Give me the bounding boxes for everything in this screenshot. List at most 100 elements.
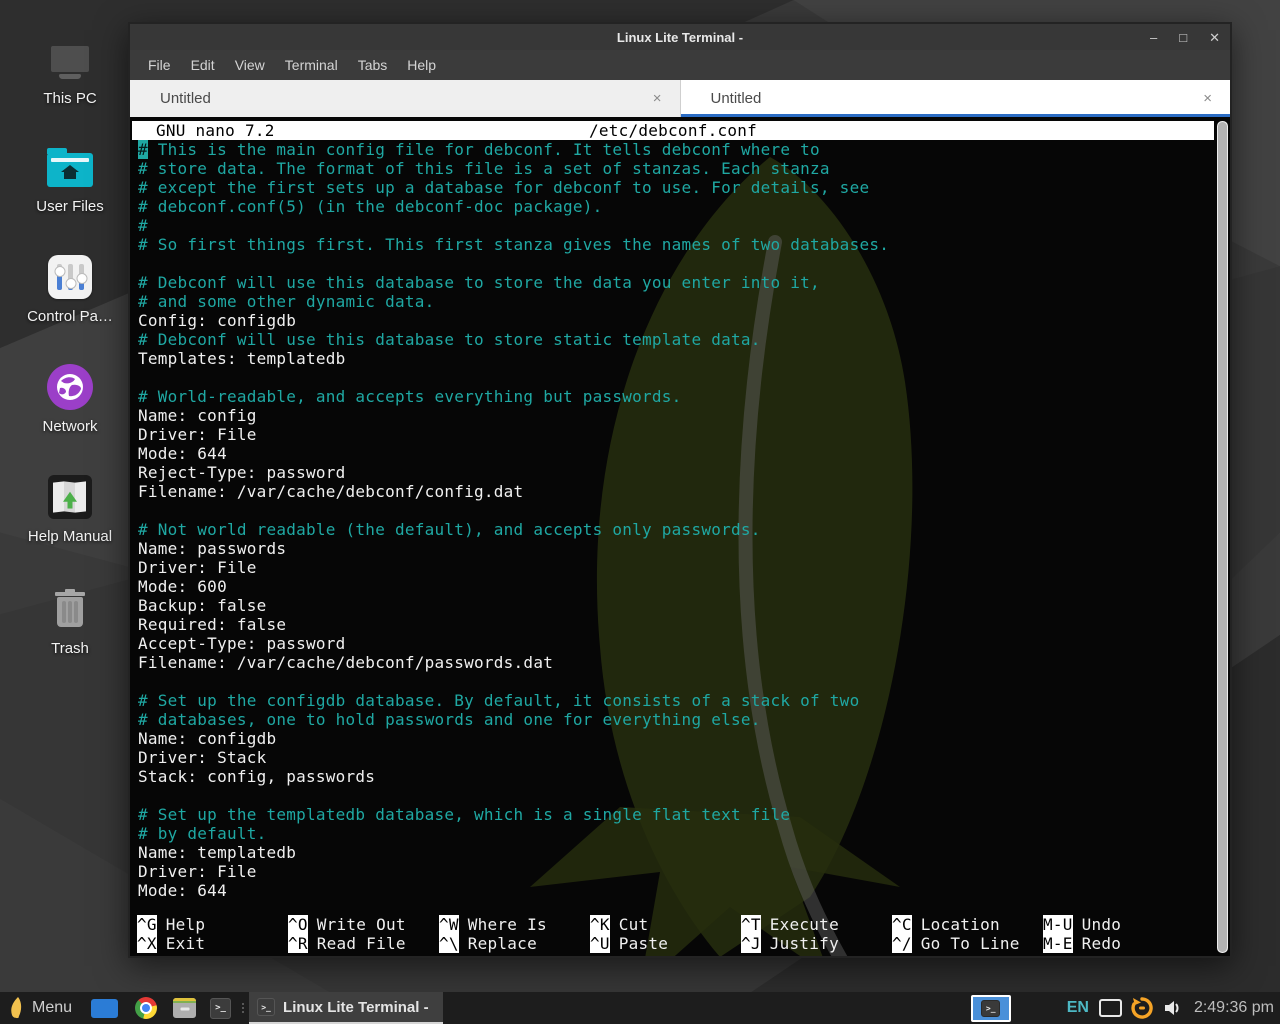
shortcut-exit: ^XExit bbox=[137, 934, 288, 953]
menu-edit[interactable]: Edit bbox=[181, 53, 225, 77]
clock[interactable]: 2:49:36 pm bbox=[1194, 999, 1274, 1017]
terminal-line: Backup: false bbox=[138, 596, 1214, 615]
terminal-line: Templates: templatedb bbox=[138, 349, 1214, 368]
volume-icon[interactable] bbox=[1162, 998, 1182, 1018]
terminal-line: Filename: /var/cache/debconf/config.dat bbox=[138, 482, 1214, 501]
desktop-icon-this-pc[interactable]: This PC bbox=[10, 34, 130, 107]
panel-drag-handle[interactable] bbox=[242, 1003, 244, 1013]
tab-untitled-1[interactable]: Untitled × bbox=[130, 80, 681, 117]
terminal-screen[interactable]: GNU nano 7.2 /etc/debconf.conf # This is… bbox=[130, 117, 1230, 956]
terminal-line: # bbox=[138, 216, 1214, 235]
terminal-line: Name: templatedb bbox=[138, 843, 1214, 862]
terminal-line: Config: configdb bbox=[138, 311, 1214, 330]
tray-terminal-icon[interactable]: >_ bbox=[971, 995, 1011, 1022]
terminal-launcher-icon[interactable]: >_ bbox=[210, 998, 231, 1019]
terminal-line: Required: false bbox=[138, 615, 1214, 634]
desktop-icon-help-manual[interactable]: Help Manual bbox=[10, 472, 130, 545]
terminal-line: # and some other dynamic data. bbox=[138, 292, 1214, 311]
tab-label: Untitled bbox=[160, 90, 653, 107]
update-manager-icon[interactable] bbox=[1130, 996, 1154, 1020]
menu-help[interactable]: Help bbox=[397, 53, 446, 77]
terminal-line bbox=[138, 254, 1214, 273]
computer-icon bbox=[10, 34, 130, 84]
network-globe-icon bbox=[10, 362, 130, 412]
help-manual-icon bbox=[10, 472, 130, 522]
terminal-line: # by default. bbox=[138, 824, 1214, 843]
display-tray-icon[interactable] bbox=[1099, 999, 1122, 1017]
nano-shortcuts: ^GHelp^XExit^OWrite Out^RRead File^WWher… bbox=[137, 915, 1214, 953]
terminal-window-icon: >_ bbox=[257, 998, 275, 1016]
shortcut-replace: ^\Replace bbox=[439, 934, 590, 953]
terminal-line: # Debconf will use this database to stor… bbox=[138, 273, 1214, 292]
shortcut-go-to-line: ^/Go To Line bbox=[892, 934, 1043, 953]
tab-close-icon[interactable]: × bbox=[1203, 90, 1212, 107]
terminal-line: # debconf.conf(5) (in the debconf-doc pa… bbox=[138, 197, 1214, 216]
menu-tabs[interactable]: Tabs bbox=[348, 53, 398, 77]
taskbar-window-label: Linux Lite Terminal - bbox=[283, 999, 429, 1016]
close-button[interactable]: ✕ bbox=[1209, 31, 1220, 44]
nano-file-path: /etc/debconf.conf bbox=[132, 121, 1214, 140]
terminal-line: # except the first sets up a database fo… bbox=[138, 178, 1214, 197]
terminal-line: Driver: Stack bbox=[138, 748, 1214, 767]
terminal-line: Driver: File bbox=[138, 862, 1214, 881]
shortcut-column: ^KCut^UPaste bbox=[590, 915, 741, 953]
shortcut-where-is: ^WWhere Is bbox=[439, 915, 590, 934]
shortcut-column: ^WWhere Is^\Replace bbox=[439, 915, 590, 953]
minimize-button[interactable]: – bbox=[1150, 31, 1157, 44]
terminal-line: Name: passwords bbox=[138, 539, 1214, 558]
shortcut-column: ^TExecute^JJustify bbox=[741, 915, 892, 953]
chrome-icon[interactable] bbox=[135, 997, 157, 1019]
terminal-line: Filename: /var/cache/debconf/passwords.d… bbox=[138, 653, 1214, 672]
shortcut-location: ^CLocation bbox=[892, 915, 1043, 934]
window-titlebar[interactable]: Linux Lite Terminal - – □ ✕ bbox=[130, 24, 1230, 50]
terminal-line bbox=[138, 672, 1214, 691]
terminal-line: Accept-Type: password bbox=[138, 634, 1214, 653]
keyboard-layout-indicator[interactable]: EN bbox=[1067, 999, 1089, 1017]
shortcut-column: ^OWrite Out^RRead File bbox=[288, 915, 439, 953]
tab-untitled-2[interactable]: Untitled × bbox=[681, 80, 1231, 117]
terminal-line bbox=[138, 786, 1214, 805]
shortcut-paste: ^UPaste bbox=[590, 934, 741, 953]
maximize-button[interactable]: □ bbox=[1179, 31, 1187, 44]
menu-view[interactable]: View bbox=[225, 53, 275, 77]
shortcut-read-file: ^RRead File bbox=[288, 934, 439, 953]
desktop-icon-label: This PC bbox=[10, 90, 130, 107]
shortcut-undo: M-UUndo bbox=[1043, 915, 1194, 934]
terminal-line: # Set up the configdb database. By defau… bbox=[138, 691, 1214, 710]
scrollbar-thumb[interactable] bbox=[1218, 122, 1227, 952]
menu-file[interactable]: File bbox=[138, 53, 181, 77]
shortcut-redo: M-ERedo bbox=[1043, 934, 1194, 953]
desktop-icon-user-files[interactable]: User Files bbox=[10, 142, 130, 215]
linux-lite-menu-icon[interactable] bbox=[8, 996, 26, 1020]
menubar: File Edit View Terminal Tabs Help bbox=[130, 50, 1230, 80]
terminal-line bbox=[138, 368, 1214, 387]
terminal-line: # Debconf will use this database to stor… bbox=[138, 330, 1214, 349]
terminal-line: # databases, one to hold passwords and o… bbox=[138, 710, 1214, 729]
file-manager-icon[interactable] bbox=[173, 998, 196, 1018]
taskbar-window-button[interactable]: >_ Linux Lite Terminal - bbox=[249, 992, 443, 1024]
shortcut-execute: ^TExecute bbox=[741, 915, 892, 934]
menu-button[interactable]: Menu bbox=[32, 999, 72, 1017]
terminal-line: # This is the main config file for debco… bbox=[138, 140, 1214, 159]
shortcut-column: M-UUndoM-ERedo bbox=[1043, 915, 1194, 953]
desktop-icon-label: User Files bbox=[10, 198, 130, 215]
terminal-line: Driver: File bbox=[138, 425, 1214, 444]
terminal-line: # store data. The format of this file is… bbox=[138, 159, 1214, 178]
terminal-line: Name: configdb bbox=[138, 729, 1214, 748]
desktop-icon-trash[interactable]: Trash bbox=[10, 584, 130, 657]
workspace-pager-icon[interactable] bbox=[91, 999, 118, 1018]
terminal-line: Mode: 644 bbox=[138, 881, 1214, 900]
terminal-glyph-icon: >_ bbox=[981, 1000, 1000, 1017]
shortcut-help: ^GHelp bbox=[137, 915, 288, 934]
tab-close-icon[interactable]: × bbox=[653, 90, 662, 107]
terminal-scrollbar[interactable] bbox=[1217, 121, 1228, 953]
shortcut-justify: ^JJustify bbox=[741, 934, 892, 953]
desktop-icon-network[interactable]: Network bbox=[10, 362, 130, 435]
desktop-icon-control-panel[interactable]: Control Pa… bbox=[10, 252, 130, 325]
nano-content[interactable]: # This is the main config file for debco… bbox=[132, 140, 1214, 900]
shortcut-cut: ^KCut bbox=[590, 915, 741, 934]
menu-terminal[interactable]: Terminal bbox=[275, 53, 348, 77]
terminal-line bbox=[138, 501, 1214, 520]
terminal-line: Stack: config, passwords bbox=[138, 767, 1214, 786]
window-title: Linux Lite Terminal - bbox=[617, 30, 743, 45]
